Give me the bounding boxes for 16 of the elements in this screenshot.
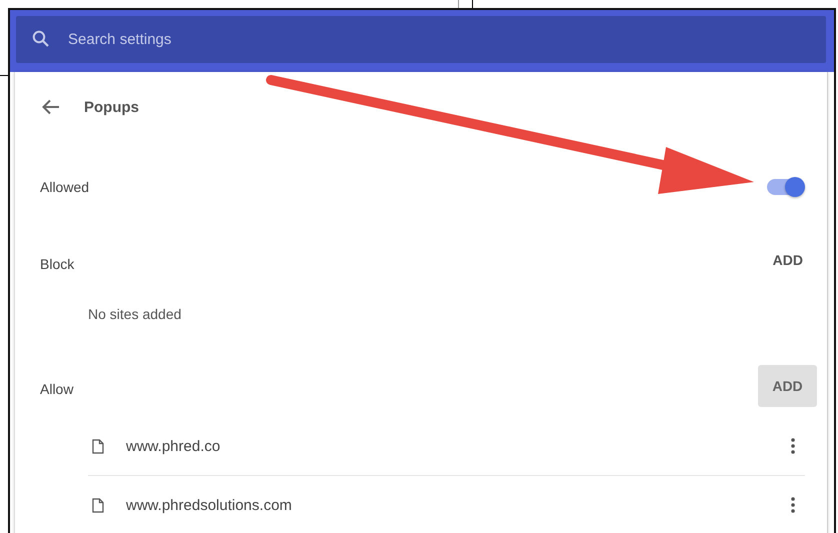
search-field[interactable]: Search settings: [16, 16, 826, 63]
file-icon: [92, 498, 104, 512]
page-title: Popups: [84, 98, 139, 116]
empty-message: No sites added: [88, 306, 182, 322]
more-menu-icon[interactable]: [791, 438, 795, 454]
section-label: Block: [40, 256, 74, 272]
add-button[interactable]: ADD: [758, 244, 817, 276]
add-button[interactable]: ADD: [758, 365, 817, 407]
file-icon: [92, 438, 104, 454]
section-label: Allow: [40, 381, 74, 397]
back-arrow-icon[interactable]: [42, 99, 60, 115]
toggle-switch[interactable]: [767, 179, 803, 195]
site-url: www.phredsolutions.com: [126, 496, 293, 514]
site-url: www.phred.co: [126, 438, 222, 454]
setting-label: Allowed: [40, 179, 90, 195]
more-menu-icon[interactable]: [791, 497, 795, 513]
